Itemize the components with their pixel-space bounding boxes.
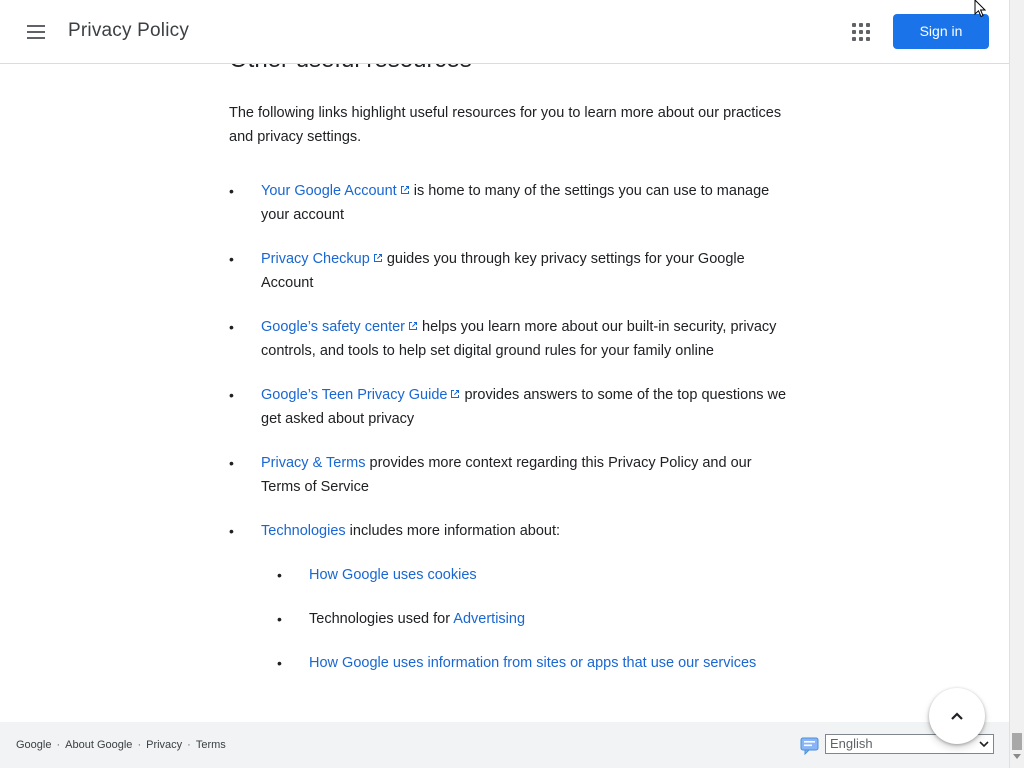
sub-list-item: • How Google uses cookies (261, 563, 789, 587)
footer-link-about-google[interactable]: About Google (65, 739, 132, 751)
bullet: • (229, 251, 234, 267)
footer-separator: · (137, 739, 142, 751)
page-viewport: Other useful resources The following lin… (0, 0, 1009, 768)
external-link-icon (451, 390, 460, 398)
bullet: • (277, 611, 282, 627)
bullet: • (229, 183, 234, 199)
language-selected-value: English (830, 736, 873, 751)
footer-separator: · (187, 739, 191, 751)
sub-list-item: • Technologies used for Advertising (261, 607, 789, 631)
list-item: • Privacy & Terms provides more context … (229, 451, 789, 499)
footer-link-privacy[interactable]: Privacy (146, 739, 182, 751)
chevron-up-icon (951, 712, 963, 720)
privacy-terms-link[interactable]: Privacy & Terms (261, 455, 365, 471)
list-item: • Google’s Teen Privacy Guide provides a… (229, 383, 789, 431)
item-text: includes more information about: (345, 523, 561, 539)
scrollbar-thumb[interactable] (1012, 733, 1022, 750)
external-link-icon (373, 254, 382, 262)
footer-link-terms[interactable]: Terms (196, 739, 226, 751)
safety-center-link[interactable]: Google’s safety center (261, 319, 418, 335)
intro-paragraph: The following links highlight useful res… (229, 105, 782, 145)
hamburger-menu-icon[interactable] (24, 20, 48, 44)
cookies-link[interactable]: How Google uses cookies (309, 567, 477, 583)
sub-list-item: • How Google uses information from sites… (261, 651, 789, 675)
bullet: • (229, 319, 234, 335)
chevron-down-icon (979, 741, 989, 748)
footer-link-google[interactable]: Google (16, 739, 51, 751)
external-link-icon (409, 322, 418, 330)
your-google-account-link[interactable]: Your Google Account (261, 183, 410, 199)
page-footer: Google · About Google · Privacy · Terms Englis… (0, 722, 1009, 768)
privacy-checkup-link[interactable]: Privacy Checkup (261, 251, 383, 267)
scroll-down-arrow-icon[interactable] (1013, 754, 1021, 759)
language-chat-icon (800, 737, 819, 755)
vertical-scrollbar[interactable] (1009, 0, 1024, 768)
bullet: • (229, 523, 234, 539)
technologies-sub-list: • How Google uses cookies • Technologies… (261, 563, 789, 675)
technologies-link[interactable]: Technologies (261, 523, 346, 539)
bullet: • (277, 655, 282, 671)
list-item: • Privacy Checkup guides you through key… (229, 247, 789, 295)
bullet: • (229, 387, 234, 403)
resources-list: • Your Google Account is home to many of… (229, 179, 789, 695)
page-title: Privacy Policy (68, 20, 190, 41)
bullet: • (229, 455, 234, 471)
mouse-pointer-icon (974, 0, 987, 18)
bullet: • (277, 567, 282, 583)
external-link-icon (400, 186, 409, 194)
list-item: • Your Google Account is home to many of… (229, 179, 789, 227)
list-item: • Google’s safety center helps you learn… (229, 315, 789, 363)
back-to-top-button[interactable] (929, 688, 985, 744)
google-apps-grid-icon[interactable] (850, 21, 872, 43)
top-app-bar: Privacy Policy Sign in (0, 0, 1009, 64)
list-item: • Technologies includes more information… (229, 519, 789, 675)
partner-sites-link[interactable]: How Google uses information from sites o… (309, 655, 756, 671)
teen-privacy-guide-link[interactable]: Google’s Teen Privacy Guide (261, 387, 460, 403)
sub-item-prefix: Technologies used for (309, 611, 454, 627)
sign-in-button[interactable]: Sign in (893, 14, 989, 49)
footer-separator: · (56, 739, 61, 751)
footer-links: Google · About Google · Privacy · Terms (16, 739, 226, 751)
advertising-link[interactable]: Advertising (453, 611, 525, 627)
